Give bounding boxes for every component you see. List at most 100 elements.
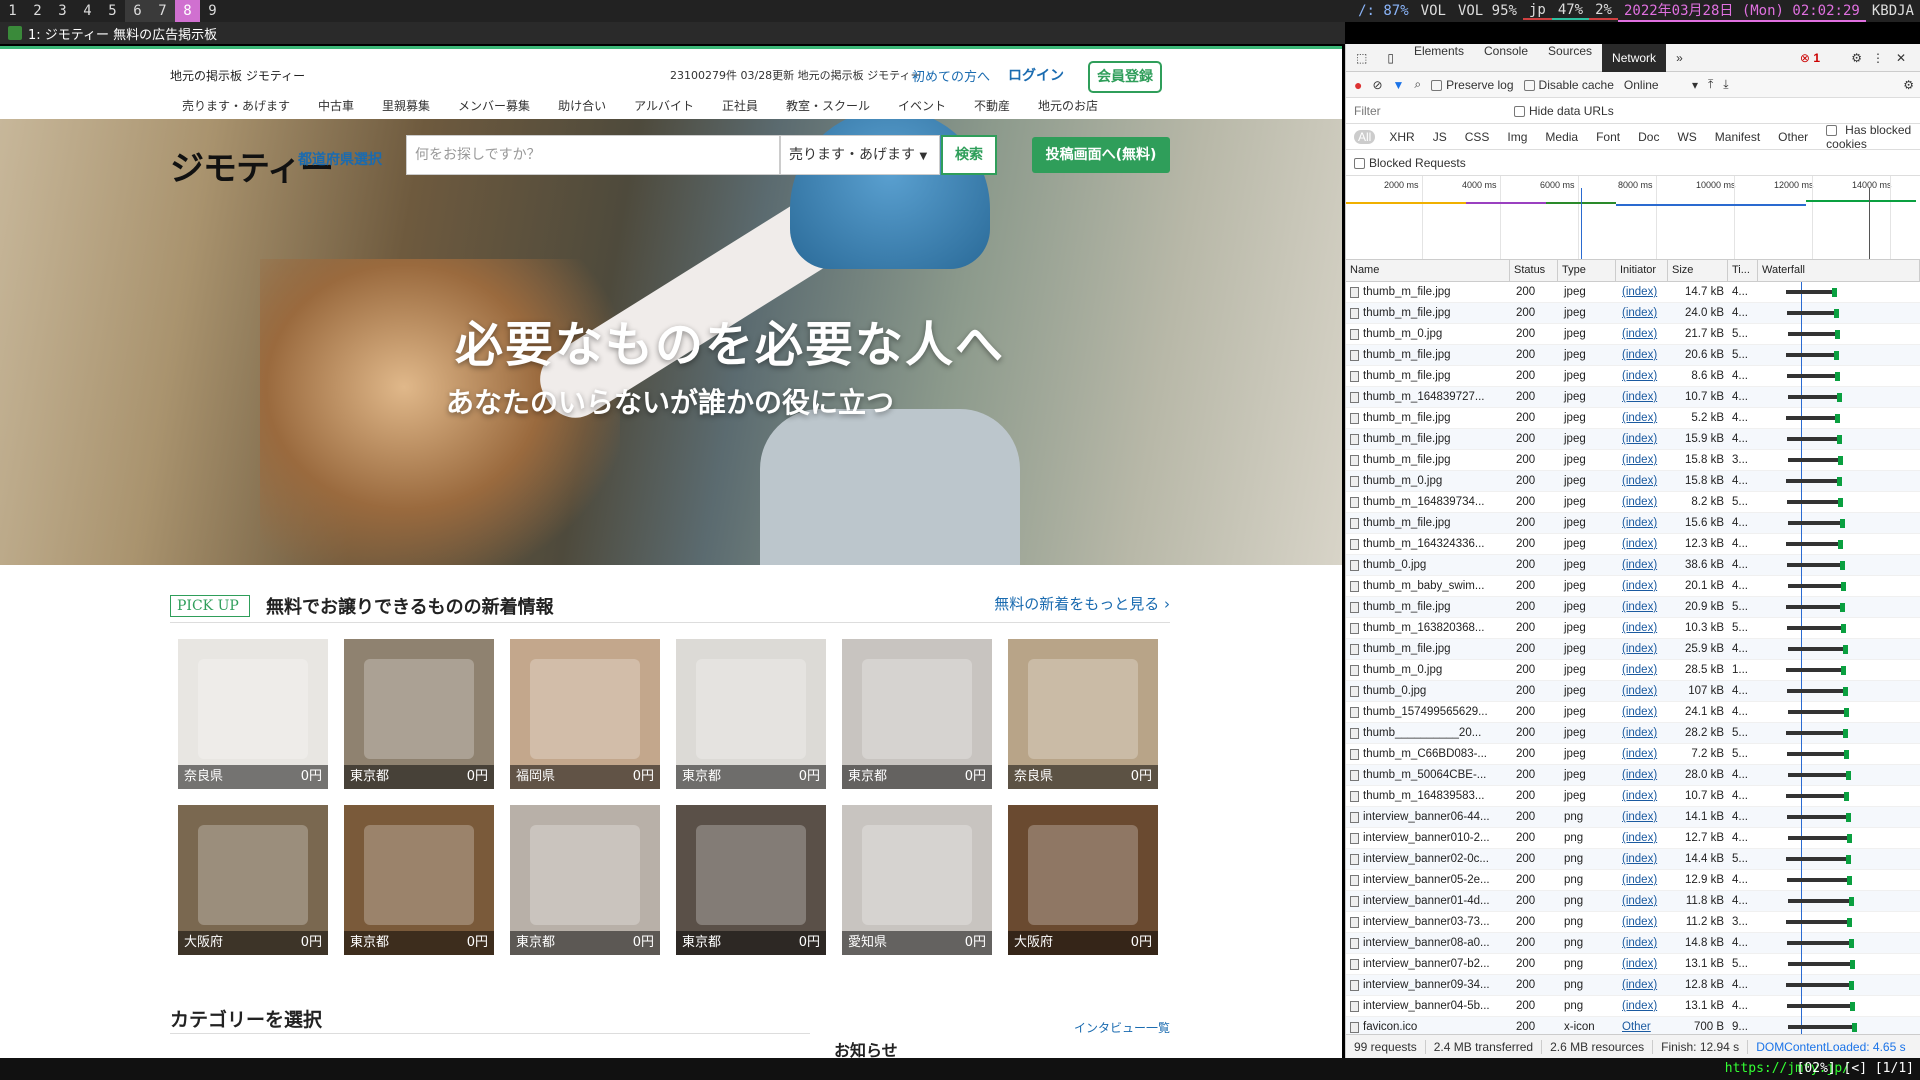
column-header-0[interactable]: Name [1346, 260, 1510, 281]
request-initiator[interactable]: (index) [1616, 454, 1668, 466]
item-card[interactable]: 東京都 0円 [676, 805, 826, 955]
request-initiator[interactable]: (index) [1616, 769, 1668, 781]
request-row[interactable]: interview_banner02-0c... 200 png (index) 14.… [1346, 848, 1920, 870]
record-icon[interactable]: ● [1354, 77, 1362, 93]
request-initiator[interactable]: (index) [1616, 748, 1668, 760]
column-header-5[interactable]: Ti... [1728, 260, 1758, 281]
request-initiator[interactable]: (index) [1616, 370, 1668, 382]
type-filter-media[interactable]: Media [1541, 130, 1582, 144]
hide-data-urls-checkbox[interactable]: Hide data URLs [1514, 104, 1614, 118]
request-row[interactable]: thumb_m_file.jpg 200 jpeg (index) 20.6 kB 5..… [1346, 344, 1920, 366]
inspect-icon[interactable]: ⬚ [1346, 51, 1377, 65]
disable-cache-checkbox[interactable]: Disable cache [1523, 78, 1614, 92]
request-row[interactable]: thumb_m_file.jpg 200 jpeg (index) 15.6 kB 4..… [1346, 512, 1920, 534]
request-initiator[interactable]: (index) [1616, 811, 1668, 823]
request-row[interactable]: interview_banner07-b2... 200 png (index) 13.… [1346, 953, 1920, 975]
type-filter-ws[interactable]: WS [1673, 130, 1700, 144]
workspace-8[interactable]: 8 [175, 0, 200, 22]
request-row[interactable]: interview_banner010-2... 200 png (index) 12.… [1346, 827, 1920, 849]
type-filter-all[interactable]: All [1354, 129, 1376, 144]
request-row[interactable]: interview_banner08-a0... 200 png (index) 14.… [1346, 932, 1920, 954]
request-row[interactable]: interview_banner01-4d... 200 png (index) 11.… [1346, 890, 1920, 912]
request-initiator[interactable]: (index) [1616, 307, 1668, 319]
request-initiator[interactable]: (index) [1616, 895, 1668, 907]
nav-item[interactable]: 助け合い [546, 97, 622, 119]
type-filter-font[interactable]: Font [1592, 130, 1624, 144]
request-row[interactable]: thumb_m_baby_swim... 200 jpeg (index) 20.1 k… [1346, 575, 1920, 597]
post-button[interactable]: 投稿画面へ(無料) [1032, 137, 1170, 173]
request-initiator[interactable]: (index) [1616, 664, 1668, 676]
request-initiator[interactable]: (index) [1616, 706, 1668, 718]
register-button[interactable]: 会員登録 [1088, 61, 1162, 93]
request-row[interactable]: thumb_m_0.jpg 200 jpeg (index) 28.5 kB 1... [1346, 659, 1920, 681]
request-row[interactable]: thumb_m_file.jpg 200 jpeg (index) 8.6 kB 4... [1346, 365, 1920, 387]
request-initiator[interactable]: (index) [1616, 1000, 1668, 1012]
login-link[interactable]: ログイン [1008, 65, 1064, 85]
request-initiator[interactable]: (index) [1616, 685, 1668, 697]
import-icon[interactable]: ⤒ [1708, 77, 1713, 92]
request-initiator[interactable]: (index) [1616, 937, 1668, 949]
prefecture-select-link[interactable]: 都道府県選択 [298, 149, 382, 169]
item-card[interactable]: 大阪府 0円 [1008, 805, 1158, 955]
error-badge[interactable]: ⊗ 1 [1790, 51, 1830, 65]
request-initiator[interactable]: (index) [1616, 496, 1668, 508]
request-row[interactable]: thumb_m_164839583... 200 jpeg (index) 10.7 k… [1346, 785, 1920, 807]
item-card[interactable]: 東京都 0円 [344, 805, 494, 955]
nav-item[interactable]: 中古車 [306, 97, 370, 119]
workspace-9[interactable]: 9 [200, 0, 225, 22]
tab-elements[interactable]: Elements [1404, 44, 1474, 72]
workspace-1[interactable]: 1 [0, 0, 25, 22]
request-row[interactable]: thumb_0.jpg 200 jpeg (index) 107 kB 4... [1346, 680, 1920, 702]
export-icon[interactable]: ⤓ [1723, 77, 1728, 92]
column-header-2[interactable]: Type [1558, 260, 1616, 281]
request-initiator[interactable]: (index) [1616, 916, 1668, 928]
search-icon[interactable]: ⌕ [1414, 77, 1421, 92]
nav-item[interactable]: 正社員 [710, 97, 774, 119]
request-initiator[interactable]: (index) [1616, 958, 1668, 970]
item-card[interactable]: 奈良県 0円 [1008, 639, 1158, 789]
nav-item[interactable]: 不動産 [962, 97, 1026, 119]
item-card[interactable]: 奈良県 0円 [178, 639, 328, 789]
request-initiator[interactable]: (index) [1616, 790, 1668, 802]
workspace-2[interactable]: 2 [25, 0, 50, 22]
type-filter-css[interactable]: CSS [1461, 130, 1494, 144]
nav-item[interactable]: イベント [886, 97, 962, 119]
request-row[interactable]: interview_banner09-34... 200 png (index) 12.… [1346, 974, 1920, 996]
column-header-1[interactable]: Status [1510, 260, 1558, 281]
search-button[interactable]: 検索 [941, 135, 997, 175]
type-filter-xhr[interactable]: XHR [1385, 130, 1418, 144]
request-initiator[interactable]: (index) [1616, 874, 1668, 886]
has-blocked-cookies-checkbox[interactable]: Has blocked cookies [1822, 123, 1920, 151]
request-row[interactable]: thumb_m_file.jpg 200 jpeg (index) 24.0 kB 4..… [1346, 302, 1920, 324]
request-row[interactable]: thumb_m_file.jpg 200 jpeg (index) 5.2 kB 4... [1346, 407, 1920, 429]
request-initiator[interactable]: (index) [1616, 622, 1668, 634]
request-row[interactable]: thumb_m_file.jpg 200 jpeg (index) 25.9 kB 4..… [1346, 638, 1920, 660]
filter-input[interactable]: Filter [1354, 104, 1504, 118]
request-initiator[interactable]: (index) [1616, 832, 1668, 844]
request-row[interactable]: thumb_m_50064CBE-... 200 jpeg (index) 28.0 k… [1346, 764, 1920, 786]
clear-icon[interactable]: ⊘ [1372, 78, 1382, 92]
column-header-6[interactable]: Waterfall [1758, 260, 1920, 281]
item-card[interactable]: 福岡県 0円 [510, 639, 660, 789]
search-input[interactable]: 何をお探しですか？ [406, 135, 780, 175]
request-row[interactable]: thumb_m_file.jpg 200 jpeg (index) 14.7 kB 4..… [1346, 282, 1920, 303]
more-tabs-icon[interactable]: » [1666, 51, 1693, 65]
type-filter-other[interactable]: Other [1774, 130, 1812, 144]
request-initiator[interactable]: (index) [1616, 538, 1668, 550]
item-card[interactable]: 東京都 0円 [676, 639, 826, 789]
nav-item[interactable]: 教室・スクール [774, 97, 886, 119]
item-card[interactable]: 東京都 0円 [842, 639, 992, 789]
request-row[interactable]: interview_banner05-2e... 200 png (index) 12.… [1346, 869, 1920, 891]
first-time-link[interactable]: 初めての方へ [912, 66, 990, 85]
workspace-5[interactable]: 5 [100, 0, 125, 22]
workspace-4[interactable]: 4 [75, 0, 100, 22]
tab-sources[interactable]: Sources [1538, 44, 1602, 72]
nav-item[interactable]: 売ります・あげます [170, 97, 306, 119]
nav-item[interactable]: メンバー募集 [446, 97, 546, 119]
request-initiator[interactable]: (index) [1616, 475, 1668, 487]
filter-icon[interactable]: ▼ [1393, 78, 1405, 92]
request-row[interactable]: thumb_0.jpg 200 jpeg (index) 38.6 kB 4... [1346, 554, 1920, 576]
blocked-requests-checkbox[interactable]: Blocked Requests [1354, 156, 1466, 170]
pickup-more-link[interactable]: 無料の新着をもっと見る › [994, 593, 1170, 614]
request-row[interactable]: thumb_m_file.jpg 200 jpeg (index) 15.9 kB 4..… [1346, 428, 1920, 450]
